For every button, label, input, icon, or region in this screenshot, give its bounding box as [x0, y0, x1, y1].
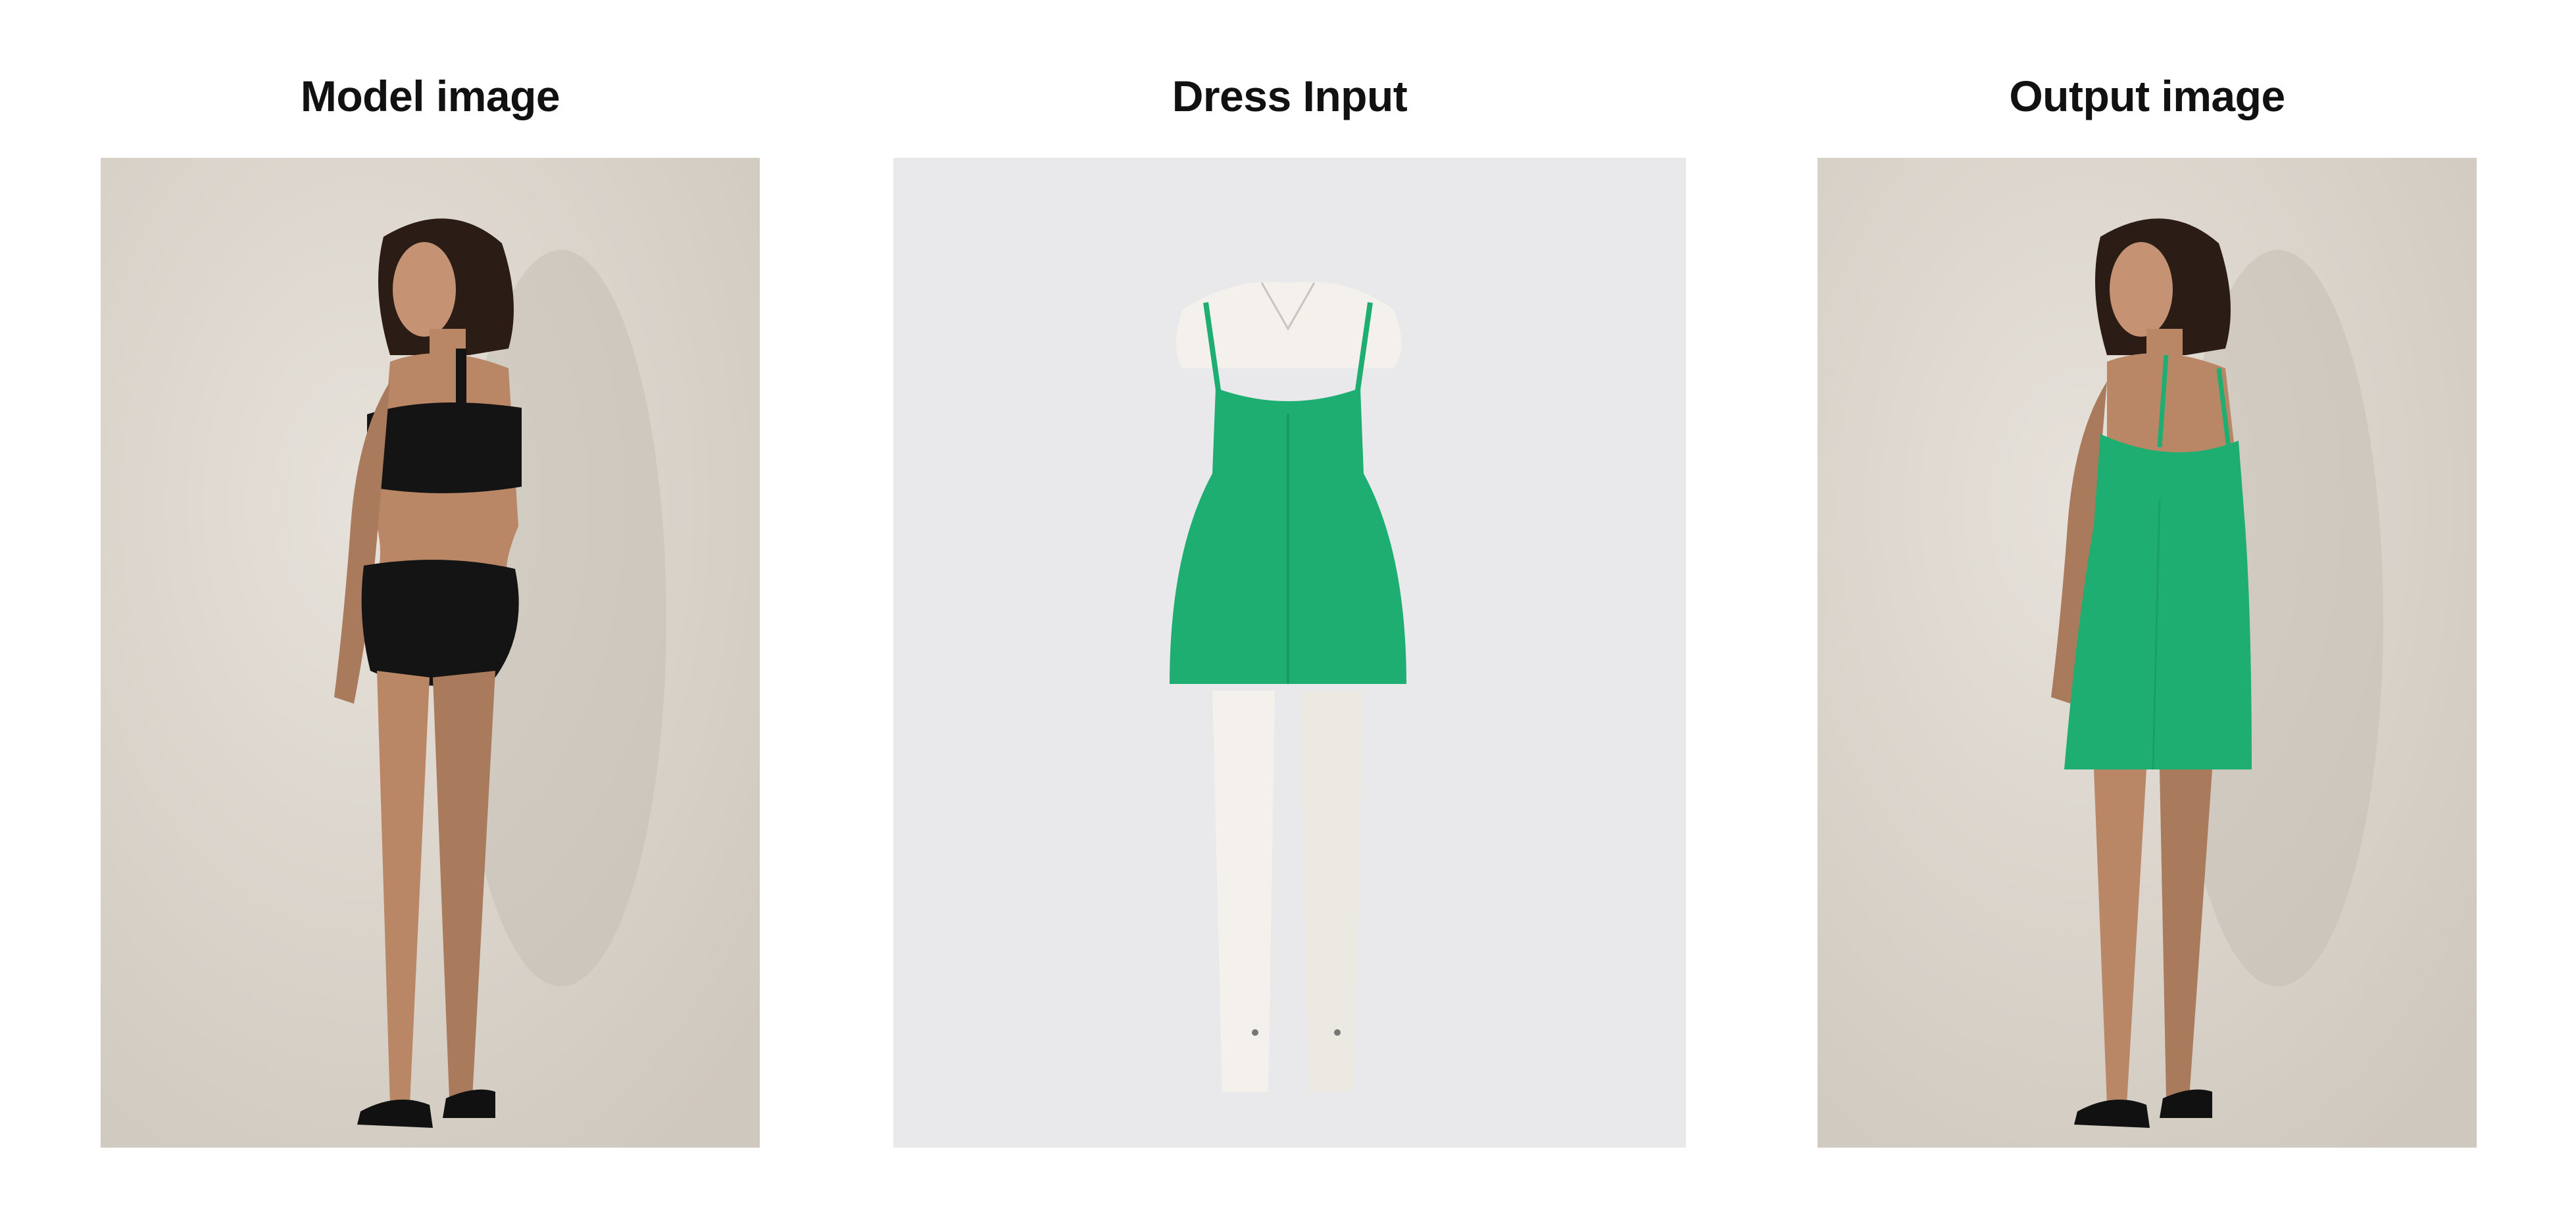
dress-on-mannequin-photo	[893, 158, 1686, 1148]
output-image-panel: Output image	[1818, 0, 2477, 1216]
dress-input-title: Dress Input	[1172, 72, 1408, 120]
dress-input-panel: Dress Input	[893, 0, 1686, 1216]
model-photo	[101, 158, 760, 1148]
model-image-panel: Model image	[101, 0, 760, 1216]
model-image-title: Model image	[300, 72, 560, 120]
model-wearing-dress-photo	[1818, 158, 2477, 1148]
output-image-title: Output image	[2009, 72, 2285, 120]
